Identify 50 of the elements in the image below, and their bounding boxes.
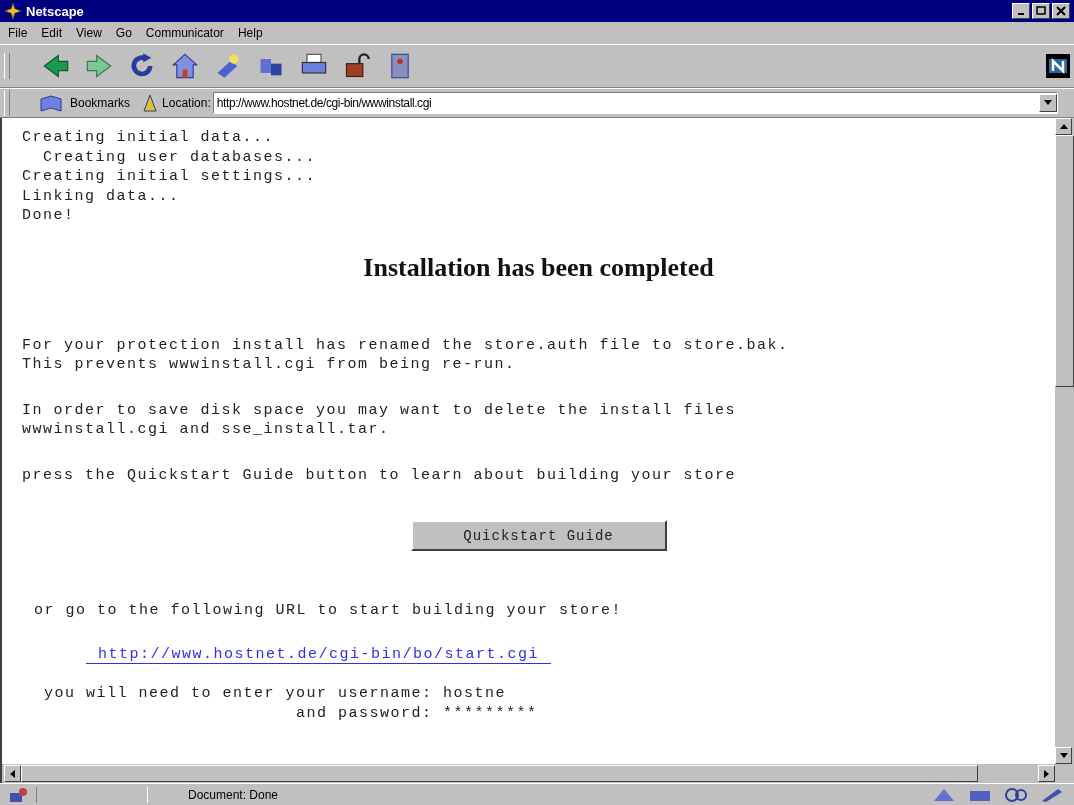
menu-item[interactable]: Go <box>115 26 132 40</box>
dropdown-button[interactable] <box>1039 94 1057 112</box>
menu-item[interactable]: Help <box>237 26 263 40</box>
log-output: Creating initial data... Creating user databases... Creating initial settings... Linking data... Done! <box>22 128 318 226</box>
vertical-scrollbar[interactable] <box>1055 118 1074 764</box>
paragraph: In order to save disk space you may want to delete the install files wwwinstall.cgi and sse_install.tar. <box>22 400 738 440</box>
scroll-down-button[interactable] <box>1055 747 1072 764</box>
window-title: Netscape <box>26 3 84 19</box>
toolbar-grip[interactable] <box>4 53 10 79</box>
paragraph: For your protection install has renamed the store.auth file to store.bak. This prevents wwwinstall.cgi from being re-run. <box>22 335 790 375</box>
right-arrow-icon <box>1043 769 1050 778</box>
scroll-thumb[interactable] <box>21 765 978 782</box>
forward-arrow-icon[interactable] <box>85 52 113 80</box>
credentials-text: you will need to enter your username: hostne and password: ********* <box>44 684 539 723</box>
url-field[interactable]: http://www.hostnet.de/cgi-bin/wwwinstall.cgi <box>212 92 1058 114</box>
page-heading: Installation has been completed <box>363 252 714 282</box>
back-arrow-icon[interactable] <box>42 52 70 80</box>
toolbar-grip[interactable] <box>4 90 10 116</box>
location-label: Location: <box>162 96 211 110</box>
menu-item[interactable]: Edit <box>41 26 63 40</box>
maximize-button[interactable] <box>1032 3 1050 19</box>
menu-item[interactable]: View <box>76 26 102 40</box>
status-text: Document: Done <box>188 787 279 802</box>
location-icon <box>142 94 159 112</box>
quickstart-button[interactable]: Quickstart Guide <box>410 520 667 551</box>
start-link[interactable]: http://www.hostnet.de/cgi-bin/bo/start.cgi <box>86 645 552 664</box>
close-icon <box>1056 6 1066 16</box>
scroll-thumb[interactable] <box>1055 135 1074 387</box>
security-icon <box>8 786 28 803</box>
starburst-icon <box>4 2 22 20</box>
logo-icon <box>1046 54 1070 78</box>
menu-item[interactable]: Communicator <box>145 26 224 40</box>
minimize-button[interactable] <box>1012 3 1030 19</box>
left-arrow-icon <box>9 769 16 778</box>
paragraph: press the Quickstart Guide button to learn about building your store <box>22 465 738 485</box>
caret-icon <box>1044 100 1052 106</box>
bookmarks-button[interactable]: Bookmarks <box>70 96 131 110</box>
scroll-left-button[interactable] <box>4 765 21 782</box>
maximize-icon <box>1036 6 1046 16</box>
scroll-right-button[interactable] <box>1038 765 1055 782</box>
close-button[interactable] <box>1052 3 1070 19</box>
home-icon[interactable] <box>171 52 199 80</box>
url-note: or go to the following URL to start building your store! <box>34 601 624 621</box>
bookmark-icon[interactable] <box>38 93 64 113</box>
minimize-icon <box>1018 13 1024 15</box>
padlock-icon[interactable] <box>343 52 371 80</box>
scroll-up-button[interactable] <box>1055 118 1072 135</box>
menu-item[interactable]: File <box>8 26 28 40</box>
down-arrow-icon <box>1059 752 1068 759</box>
up-arrow-icon <box>1059 123 1068 130</box>
